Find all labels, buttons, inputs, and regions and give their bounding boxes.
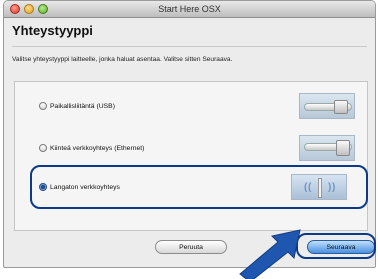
installer-window: Start Here OSX Yhteystyyppi Valitse yhte…	[3, 0, 376, 268]
option-ethernet-label: Kiinteä verkkoyhteys (Ethernet)	[50, 144, 145, 152]
usb-cable-icon	[299, 93, 355, 119]
radio-ethernet[interactable]	[39, 144, 47, 152]
wireless-option-highlight	[30, 165, 368, 209]
heading-divider	[12, 46, 367, 47]
window-title: Start Here OSX	[158, 4, 221, 14]
instruction-text: Valitse yhteystyyppi laitteelle, jonka h…	[12, 56, 233, 63]
page-heading: Yhteystyyppi	[12, 23, 93, 38]
pointer-arrow-icon	[239, 229, 301, 279]
ethernet-cable-icon	[299, 135, 355, 161]
radio-usb[interactable]	[39, 102, 47, 110]
option-ethernet[interactable]: Kiinteä verkkoyhteys (Ethernet)	[39, 140, 144, 156]
option-usb[interactable]: Paikallisliitäntä (USB)	[39, 98, 115, 114]
option-usb-label: Paikallisliitäntä (USB)	[50, 102, 115, 110]
title-bar: Start Here OSX	[4, 1, 375, 18]
cancel-button[interactable]: Peruuta	[155, 240, 227, 254]
